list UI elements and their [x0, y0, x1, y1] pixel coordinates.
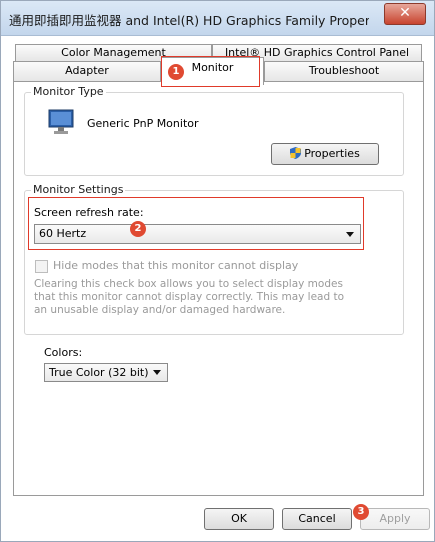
monitor-settings-group: Monitor Settings Screen refresh rate: 60… — [24, 183, 404, 335]
help-text: Clearing this check box allows you to se… — [34, 278, 345, 316]
monitor-type-label: Monitor Type — [31, 85, 106, 98]
refresh-rate-select[interactable]: 60 Hertz — [34, 224, 361, 244]
tab-label: Adapter — [65, 64, 109, 77]
monitor-tab-panel: Monitor Type Generic PnP Monitor Propert… — [13, 81, 424, 496]
monitor-icon — [48, 109, 74, 134]
refresh-rate-label: Screen refresh rate: — [34, 206, 144, 219]
hide-modes-checkbox[interactable] — [35, 260, 48, 273]
cancel-label: Cancel — [298, 512, 336, 525]
monitor-name: Generic PnP Monitor — [87, 117, 199, 130]
refresh-rate-value: 60 Hertz — [39, 227, 87, 240]
close-icon: ✕ — [399, 5, 411, 21]
chevron-down-icon — [346, 232, 354, 237]
tab-label: Troubleshoot — [308, 64, 380, 77]
cancel-button[interactable]: Cancel — [282, 508, 352, 530]
shield-icon — [290, 146, 302, 159]
hide-modes-label: Hide modes that this monitor cannot disp… — [53, 259, 299, 272]
tab-strip: Color Management Intel® HD Graphics Cont… — [13, 41, 424, 85]
colors-value: True Color (32 bit) — [49, 366, 149, 379]
apply-button[interactable]: Apply — [360, 508, 430, 530]
tab-label: Monitor — [191, 61, 234, 74]
close-button[interactable]: ✕ — [384, 3, 426, 25]
tab-troubleshoot[interactable]: Troubleshoot — [264, 61, 424, 81]
ok-label: OK — [231, 512, 247, 525]
apply-label: Apply — [379, 512, 411, 525]
tab-adapter[interactable]: Adapter — [13, 61, 161, 81]
title-bar: 通用即插即用监视器 and Intel(R) HD Graphics Famil… — [1, 1, 434, 36]
chevron-down-icon — [153, 370, 161, 375]
ok-button[interactable]: OK — [204, 508, 274, 530]
properties-window: 通用即插即用监视器 and Intel(R) HD Graphics Famil… — [0, 0, 435, 542]
step-badge-1: 1 — [168, 64, 184, 80]
step-badge-3: 3 — [353, 504, 369, 520]
tab-label: Color Management — [61, 46, 166, 59]
properties-label: Properties — [304, 147, 360, 160]
monitor-type-group: Monitor Type Generic PnP Monitor Propert… — [24, 85, 404, 176]
step-badge-2: 2 — [130, 221, 146, 237]
properties-button[interactable]: Properties — [271, 143, 379, 165]
monitor-settings-label: Monitor Settings — [31, 183, 126, 196]
window-title: 通用即插即用监视器 and Intel(R) HD Graphics Famil… — [9, 13, 369, 28]
colors-select[interactable]: True Color (32 bit) — [44, 363, 168, 382]
colors-label: Colors: — [44, 346, 83, 359]
